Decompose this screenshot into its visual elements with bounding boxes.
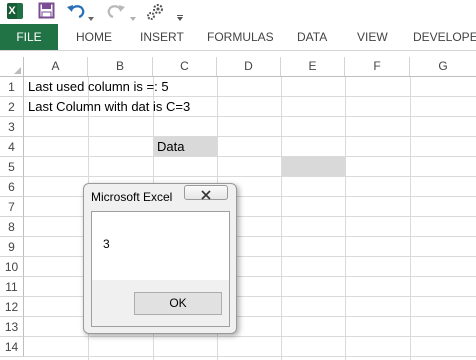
dialog-close-button[interactable] bbox=[184, 185, 228, 200]
gridline bbox=[410, 77, 411, 360]
dialog-client-area: 3 OK bbox=[91, 211, 230, 327]
row-header-10[interactable]: 10 bbox=[0, 257, 24, 277]
cell-a1[interactable]: Last used column is =: 5 bbox=[28, 77, 169, 97]
tab-view[interactable]: VIEW bbox=[357, 24, 388, 50]
cell-a2[interactable]: Last Column with dat is C=3 bbox=[28, 97, 190, 117]
column-header-d[interactable]: D bbox=[217, 57, 281, 76]
excel-logo-letter: X bbox=[7, 3, 17, 19]
gridline bbox=[281, 77, 282, 360]
row-header-5[interactable]: 5 bbox=[0, 157, 24, 177]
row-header-9[interactable]: 9 bbox=[0, 237, 24, 257]
tab-formulas[interactable]: FORMULAS bbox=[207, 24, 274, 50]
row-header-13[interactable]: 13 bbox=[0, 317, 24, 337]
gridline bbox=[24, 176, 476, 177]
row-header-2[interactable]: 2 bbox=[0, 97, 24, 117]
gridline bbox=[24, 336, 476, 337]
column-header-e[interactable]: E bbox=[281, 57, 345, 76]
worksheet-grid[interactable]: A B C D E F G 1 2 3 4 5 6 7 8 9 10 11 12… bbox=[0, 57, 476, 360]
tab-insert[interactable]: INSERT bbox=[140, 24, 184, 50]
select-all-triangle-icon bbox=[14, 67, 21, 74]
redo-icon[interactable] bbox=[106, 2, 126, 25]
gridline bbox=[24, 136, 476, 137]
cell-e5-fill bbox=[282, 157, 345, 176]
dialog-message: 3 bbox=[103, 237, 110, 251]
row-header-14[interactable]: 14 bbox=[0, 337, 24, 357]
row-header-8[interactable]: 8 bbox=[0, 217, 24, 237]
select-all-button[interactable] bbox=[0, 57, 24, 76]
cell-c4[interactable]: Data bbox=[157, 137, 184, 157]
tab-data[interactable]: DATA bbox=[297, 24, 327, 50]
gridline bbox=[24, 156, 476, 157]
row-header-7[interactable]: 7 bbox=[0, 197, 24, 217]
ribbon-tabs: FILE HOME INSERT FORMULAS DATA VIEW DEVE… bbox=[0, 24, 476, 51]
message-box-dialog: Microsoft Excel 3 OK bbox=[83, 183, 237, 334]
gridline bbox=[345, 77, 346, 360]
row-header-4[interactable]: 4 bbox=[0, 137, 24, 157]
column-header-row: A B C D E F G bbox=[0, 57, 476, 77]
save-icon[interactable] bbox=[38, 2, 55, 24]
tab-developer[interactable]: DEVELOPER bbox=[413, 24, 476, 50]
ok-button[interactable]: OK bbox=[134, 292, 222, 315]
dialog-button-area: OK bbox=[92, 280, 229, 326]
dialog-title: Microsoft Excel bbox=[91, 190, 173, 204]
column-header-f[interactable]: F bbox=[345, 57, 410, 76]
column-header-g[interactable]: G bbox=[410, 57, 476, 76]
undo-icon[interactable] bbox=[66, 2, 86, 25]
tab-file[interactable]: FILE bbox=[0, 24, 58, 50]
macro-icon[interactable] bbox=[146, 2, 166, 26]
row-header-1[interactable]: 1 bbox=[0, 77, 24, 97]
excel-window: X FILE HOME INSERT FORMULAS DATA VIEW DE… bbox=[0, 0, 476, 360]
row-header-3[interactable]: 3 bbox=[0, 117, 24, 137]
gridline bbox=[24, 356, 476, 357]
row-header-12[interactable]: 12 bbox=[0, 297, 24, 317]
tab-home[interactable]: HOME bbox=[76, 24, 112, 50]
dialog-titlebar[interactable]: Microsoft Excel bbox=[84, 184, 236, 208]
column-header-a[interactable]: A bbox=[24, 57, 88, 76]
column-header-b[interactable]: B bbox=[88, 57, 153, 76]
row-header-6[interactable]: 6 bbox=[0, 177, 24, 197]
quick-access-toolbar: X bbox=[0, 0, 476, 23]
excel-logo-icon[interactable]: X bbox=[7, 3, 23, 19]
row-header-11[interactable]: 11 bbox=[0, 277, 24, 297]
column-header-c[interactable]: C bbox=[153, 57, 217, 76]
close-icon bbox=[201, 187, 211, 205]
